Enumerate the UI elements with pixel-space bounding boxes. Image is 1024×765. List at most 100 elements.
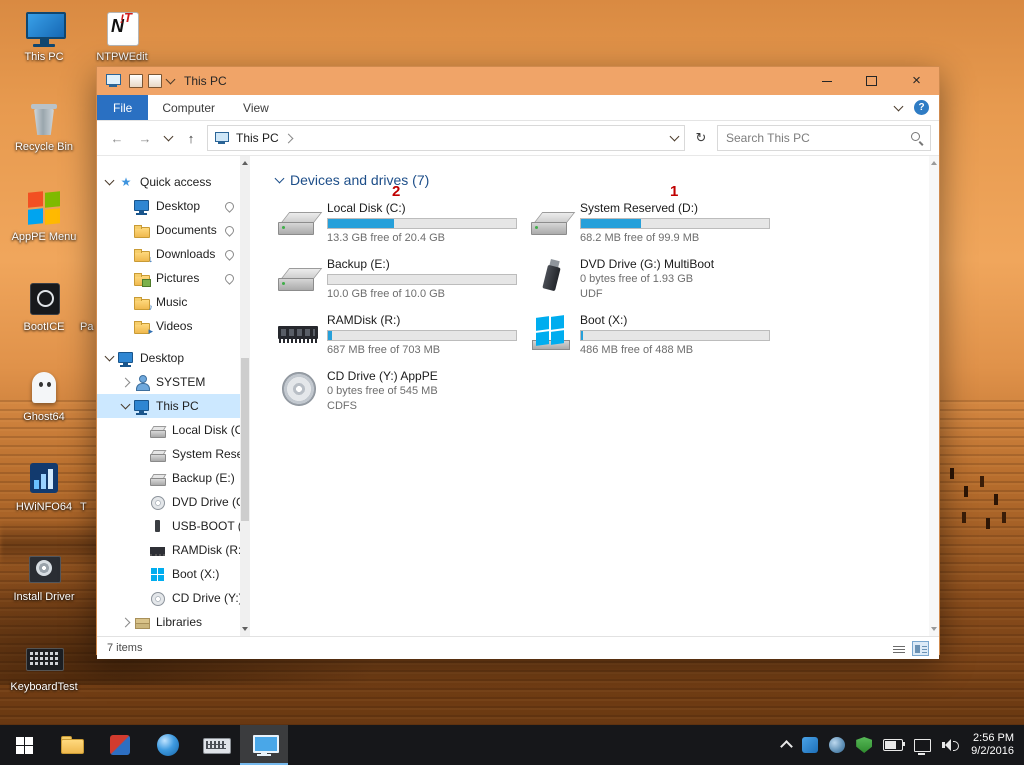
- nav-item-ramdisk-r[interactable]: RAMDisk (R:): [97, 538, 240, 562]
- details-view-button[interactable]: [891, 641, 908, 656]
- taskbar-app-utility[interactable]: [96, 725, 144, 765]
- nav-item-pictures[interactable]: Pictures: [97, 266, 240, 290]
- nav-item-system-reserved-d[interactable]: System Reserved (D:): [97, 442, 240, 466]
- breadcrumb[interactable]: This PC: [236, 131, 279, 145]
- desktop-icon-this-pc[interactable]: This PC: [10, 8, 78, 64]
- recent-locations-chevron-icon[interactable]: [161, 126, 175, 150]
- close-button[interactable]: [894, 67, 939, 95]
- ribbon-tab-computer[interactable]: Computer: [148, 95, 229, 120]
- window-system-icon[interactable]: [105, 73, 123, 89]
- desktop-icon-ntpwedit[interactable]: NTPWEdit: [88, 8, 156, 64]
- hidden-icons-chevron-icon[interactable]: [780, 740, 794, 753]
- expand-chevron-icon[interactable]: [101, 175, 117, 186]
- nav-item-dvd-drive-g[interactable]: DVD Drive (G:): [97, 490, 240, 514]
- battery-icon[interactable]: [883, 739, 906, 751]
- lib-icon: [133, 614, 151, 630]
- nav-item-music[interactable]: ♪ Music: [97, 290, 240, 314]
- up-button[interactable]: [179, 126, 203, 150]
- content-scrollbar[interactable]: [929, 156, 939, 636]
- desktop-icon-ghost64[interactable]: Ghost64: [10, 368, 78, 424]
- qat-new-folder-icon[interactable]: [148, 74, 162, 88]
- nav-item-this-pc[interactable]: This PC: [97, 394, 240, 418]
- network-globe-icon[interactable]: [829, 737, 846, 753]
- drive-grid: 2 Local Disk (C:) 13.3 GB free of 20.4 GB 1…: [276, 183, 939, 425]
- scroll-down-icon[interactable]: [242, 627, 248, 631]
- taskbar-app-browser[interactable]: [144, 725, 192, 765]
- nav-scrollbar[interactable]: [240, 156, 250, 636]
- titlebar[interactable]: This PC: [97, 67, 939, 95]
- tray-app-icon[interactable]: [802, 737, 819, 753]
- scroll-up-icon[interactable]: [242, 161, 248, 165]
- drive-tile-boot-x[interactable]: Boot (X:) 486 MB free of 488 MB: [529, 313, 777, 369]
- drive-tile-local-disk-c[interactable]: 2 Local Disk (C:) 13.3 GB free of 20.4 GB: [276, 183, 524, 257]
- nav-item-usb-boot-h[interactable]: USB-BOOT (H:): [97, 514, 240, 538]
- desktop-icon-hwinfo64[interactable]: HWiNFO64: [10, 458, 78, 514]
- nav-item-libraries[interactable]: Libraries: [97, 610, 240, 634]
- drive-filesystem: UDF: [580, 288, 603, 300]
- nav-item-documents[interactable]: Documents: [97, 218, 240, 242]
- drive-free-text: 0 bytes free of 545 MB: [327, 385, 438, 397]
- expand-chevron-icon[interactable]: [117, 399, 133, 410]
- taskbar-app-this-pc-window[interactable]: [240, 725, 288, 765]
- scroll-down-icon[interactable]: [931, 627, 937, 631]
- nav-item-boot-x[interactable]: Boot (X:): [97, 562, 240, 586]
- nav-scrollbar-thumb[interactable]: [241, 357, 249, 521]
- back-button[interactable]: [105, 126, 129, 150]
- drive-tile-system-reserved-d[interactable]: 1 System Reserved (D:) 68.2 MB free of 99.…: [529, 183, 777, 257]
- pin-icon: [223, 247, 236, 261]
- maximize-button[interactable]: [849, 67, 894, 95]
- taskbar-app-file-explorer[interactable]: [48, 725, 96, 765]
- forward-button[interactable]: [133, 126, 157, 150]
- breadcrumb-chevron-icon[interactable]: [283, 133, 294, 143]
- ethernet-icon[interactable]: [914, 738, 932, 755]
- desktop-icon-apppe-menu[interactable]: AppPE Menu: [10, 188, 78, 244]
- ribbon-tab-file[interactable]: File: [97, 95, 149, 120]
- nav-item-label: Videos: [156, 319, 193, 333]
- drive-tile-cd-drive-y-apppe[interactable]: CD Drive (Y:) AppPE 0 bytes free of 545 M…: [276, 369, 524, 425]
- volume-icon[interactable]: [942, 738, 960, 752]
- nav-item-videos[interactable]: ▸ Videos: [97, 314, 240, 338]
- large-icons-view-button[interactable]: [912, 640, 929, 656]
- refresh-button[interactable]: [689, 126, 713, 150]
- expand-chevron-icon[interactable]: [117, 617, 133, 627]
- nav-item-downloads[interactable]: ↓ Downloads: [97, 242, 240, 266]
- start-button[interactable]: [0, 725, 48, 765]
- status-bar: 7 items: [97, 636, 939, 659]
- fold-down-icon: ↓: [133, 246, 153, 264]
- desktop-icon-bootice[interactable]: BootICE: [10, 278, 78, 334]
- drive-tile-backup-e[interactable]: Backup (E:) 10.0 GB free of 10.0 GB: [276, 257, 524, 313]
- help-icon[interactable]: [914, 100, 929, 115]
- cd-drive-icon: [276, 369, 320, 409]
- nav-item-desktop[interactable]: Desktop: [97, 346, 240, 370]
- taskbar-app-on-screen-keyboard[interactable]: [192, 725, 240, 765]
- nav-item-system[interactable]: SYSTEM: [97, 370, 240, 394]
- nav-item-backup-e[interactable]: Backup (E:): [97, 466, 240, 490]
- ribbon-tab-view[interactable]: View: [229, 95, 283, 120]
- nav-item-quick-access[interactable]: ★ Quick access: [97, 170, 240, 194]
- security-shield-icon[interactable]: [856, 737, 873, 753]
- nav-item-local-disk-c[interactable]: Local Disk (C:): [97, 418, 240, 442]
- ribbon-expand-chevron-icon[interactable]: [893, 101, 904, 111]
- search-input[interactable]: [724, 130, 910, 146]
- drive-tile-dvd-drive-g-multiboot[interactable]: DVD Drive (G:) MultiBoot 0 bytes free of …: [529, 257, 777, 313]
- desktop-icon-install-driver[interactable]: Install Driver: [10, 548, 78, 604]
- taskbar-clock[interactable]: 2:56 PM 9/2/2016: [971, 732, 1014, 758]
- scroll-up-icon[interactable]: [931, 161, 937, 165]
- search-icon[interactable]: [910, 131, 924, 145]
- qat-customize-chevron-icon[interactable]: [165, 74, 176, 85]
- nav-item-desktop[interactable]: Desktop: [97, 194, 240, 218]
- nav-item-cd-drive-y-apppe[interactable]: CD Drive (Y:) AppPE: [97, 586, 240, 610]
- windows-logo-icon: [15, 736, 33, 754]
- qat-properties-icon[interactable]: [129, 74, 143, 88]
- address-dropdown-chevron-icon[interactable]: [669, 131, 680, 142]
- group-collapse-chevron-icon[interactable]: [274, 173, 285, 184]
- drive-tile-ramdisk-r[interactable]: RAMDisk (R:) 687 MB free of 703 MB: [276, 313, 524, 369]
- desktop-icon-recycle-bin[interactable]: Recycle Bin: [10, 98, 78, 154]
- desktop-icon-keyboardtest[interactable]: KeyboardTest: [10, 638, 78, 694]
- group-header[interactable]: Devices and drives (7): [274, 172, 939, 188]
- expand-chevron-icon[interactable]: [101, 351, 117, 362]
- pin-icon: [223, 223, 236, 237]
- expand-chevron-icon[interactable]: [117, 377, 133, 387]
- minimize-button[interactable]: [804, 67, 849, 95]
- address-box[interactable]: This PC: [207, 125, 685, 151]
